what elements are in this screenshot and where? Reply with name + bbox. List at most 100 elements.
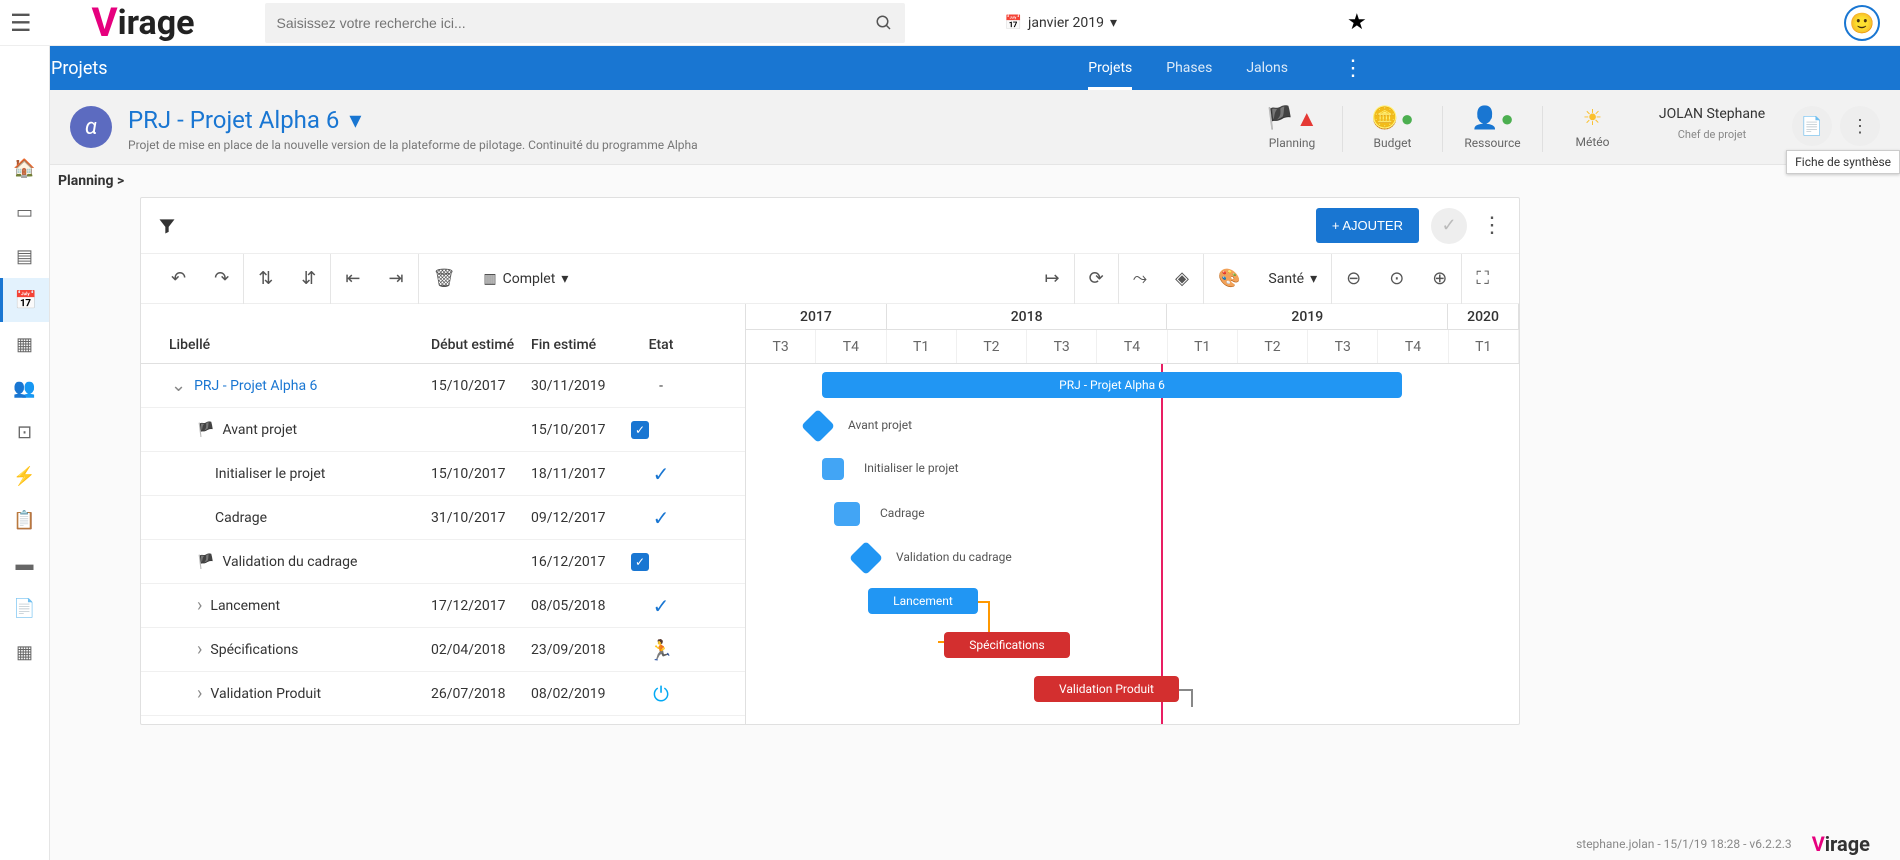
- project-more-icon[interactable]: ⋮: [1840, 106, 1880, 146]
- color-mode-selector[interactable]: Santé ▾: [1254, 271, 1331, 287]
- footer-info: stephane.jolan - 15/1/19 18:28 - v6.2.2.…: [1576, 832, 1870, 856]
- outdent-icon[interactable]: ⇤: [330, 254, 374, 304]
- chevron-down-icon: ▾: [1110, 15, 1117, 31]
- stat-resource-label: Ressource: [1449, 136, 1536, 150]
- breadcrumb-text: Planning >: [58, 173, 124, 189]
- check-icon: ✓: [653, 462, 670, 486]
- gantt-milestone[interactable]: [849, 541, 883, 575]
- gantt-bar-label: Avant projet: [848, 418, 912, 432]
- palette-icon[interactable]: 🎨: [1203, 254, 1254, 304]
- chevron-down-icon[interactable]: ⌄: [171, 375, 186, 396]
- table-row[interactable]: 🏴Avant projet 15/10/2017 ✓: [141, 408, 745, 452]
- project-title[interactable]: PRJ - Projet Alpha 6 ▾: [128, 106, 1242, 134]
- row-label: Validation du cadrage: [222, 554, 357, 570]
- zoom-in-icon[interactable]: ⊕: [1418, 254, 1461, 304]
- sidebar-doc-icon[interactable]: 📄: [0, 586, 49, 630]
- row-start: 15/10/2017: [431, 378, 531, 394]
- table-row[interactable]: ›Validation Produit 26/07/2018 08/02/201…: [141, 672, 745, 716]
- goto-today-icon[interactable]: ↦: [1031, 254, 1074, 304]
- tabs-more-icon[interactable]: ⋮: [1342, 56, 1364, 81]
- sidebar-grid-icon[interactable]: ▦: [0, 630, 49, 674]
- validate-button[interactable]: ✓: [1431, 208, 1467, 244]
- undo-icon[interactable]: ↶: [157, 254, 200, 304]
- gantt-bar[interactable]: Lancement: [868, 588, 978, 614]
- hamburger-icon[interactable]: ☰: [10, 9, 32, 37]
- gantt-bar[interactable]: [834, 502, 860, 526]
- fullscreen-icon[interactable]: ⛶: [1461, 254, 1503, 304]
- flag-icon: 🏴: [1266, 106, 1293, 132]
- tab-phases[interactable]: Phases: [1166, 46, 1212, 90]
- card-more-icon[interactable]: ⋮: [1481, 213, 1503, 238]
- project-avatar: α: [70, 106, 112, 148]
- sante-label: Santé: [1268, 271, 1304, 287]
- sun-icon: ☀: [1583, 106, 1603, 131]
- sidebar-action-icon[interactable]: 📋: [0, 498, 49, 542]
- indent-icon[interactable]: ⇥: [374, 254, 417, 304]
- stat-budget[interactable]: 🪙● Budget: [1342, 106, 1442, 152]
- gantt-chart[interactable]: 2017 2018 2019 2020 T3 T4 T1 T2 T3 T4 T1…: [746, 304, 1519, 724]
- expand-icon[interactable]: ⇵: [287, 254, 330, 304]
- filter-icon[interactable]: [157, 216, 177, 236]
- gantt-bar-label: Cadrage: [880, 506, 925, 520]
- footer-logo: Virage: [1812, 832, 1870, 856]
- table-row[interactable]: ⌄PRJ - Projet Alpha 6 15/10/2017 30/11/2…: [141, 364, 745, 408]
- row-end: 30/11/2019: [531, 378, 631, 394]
- delete-icon[interactable]: 🗑: [418, 254, 470, 304]
- date-selector[interactable]: 📅 janvier 2019 ▾: [1005, 15, 1117, 31]
- row-end: 16/12/2017: [531, 554, 631, 570]
- gantt-bar[interactable]: Spécifications: [944, 632, 1070, 658]
- gantt-table: Libellé Début estimé Fin estimé Etat ⌄PR…: [141, 304, 746, 724]
- sidebar-chat-icon[interactable]: ▬: [0, 542, 49, 586]
- critical-path-icon[interactable]: ◈: [1161, 254, 1203, 304]
- zoom-out-icon[interactable]: ⊖: [1331, 254, 1375, 304]
- user-avatar[interactable]: 🙂: [1844, 5, 1880, 41]
- today-line: [1161, 364, 1163, 724]
- row-start: 17/12/2017: [431, 598, 531, 614]
- view-selector[interactable]: ▥ Complet ▾: [469, 271, 582, 287]
- stat-resource[interactable]: 👤● Ressource: [1442, 106, 1542, 152]
- ok-dot-icon: ●: [1401, 106, 1414, 132]
- redo-icon[interactable]: ↷: [200, 254, 243, 304]
- stat-planning[interactable]: 🏴▲ Planning: [1242, 106, 1342, 152]
- table-row[interactable]: ›Spécifications 02/04/2018 23/09/2018 🏃: [141, 628, 745, 672]
- chevron-down-icon[interactable]: ▾: [349, 106, 361, 134]
- refresh-icon[interactable]: ⟳: [1074, 254, 1118, 304]
- search-icon[interactable]: [875, 14, 893, 32]
- add-button[interactable]: + AJOUTER: [1316, 208, 1419, 243]
- quarter-label: T4: [1097, 330, 1167, 363]
- chevron-right-icon[interactable]: ›: [197, 683, 202, 704]
- table-row[interactable]: Initialiser le projet 15/10/2017 18/11/2…: [141, 452, 745, 496]
- zoom-fit-icon[interactable]: ⊙: [1375, 254, 1418, 304]
- sidebar-money-icon[interactable]: ▦: [0, 322, 49, 366]
- table-row[interactable]: Cadrage 31/10/2017 09/12/2017 ✓: [141, 496, 745, 540]
- row-state: -: [631, 378, 691, 394]
- row-state: ⏻: [631, 682, 691, 706]
- favorite-star-icon[interactable]: ★: [1347, 10, 1367, 35]
- tab-projets[interactable]: Projets: [1088, 46, 1132, 90]
- sidebar-cash-icon[interactable]: ⊡: [0, 410, 49, 454]
- dependencies-icon[interactable]: ⤳: [1118, 254, 1161, 304]
- sidebar-card-icon[interactable]: ▤: [0, 234, 49, 278]
- gantt-bar[interactable]: Validation Produit: [1034, 676, 1179, 702]
- chevron-right-icon[interactable]: ›: [197, 595, 202, 616]
- sidebar-home-icon[interactable]: 🏠: [0, 146, 49, 190]
- summary-sheet-button[interactable]: 📄: [1792, 106, 1832, 146]
- chevron-right-icon[interactable]: ›: [197, 639, 202, 660]
- sidebar-flash-icon[interactable]: ⚡: [0, 454, 49, 498]
- tab-jalons[interactable]: Jalons: [1246, 46, 1288, 90]
- columns-icon: ▥: [483, 271, 496, 287]
- search-input[interactable]: [277, 15, 875, 31]
- stat-meteo[interactable]: ☀ Météo: [1542, 106, 1642, 152]
- gantt-bar[interactable]: [822, 458, 844, 480]
- gantt-bar-project[interactable]: PRJ - Projet Alpha 6: [822, 372, 1402, 398]
- collapse-icon[interactable]: ⇅: [243, 254, 287, 304]
- sidebar-calendar-icon[interactable]: 📅: [0, 278, 49, 322]
- search-box[interactable]: [265, 3, 905, 43]
- table-row[interactable]: 🏴Validation du cadrage 16/12/2017 ✓: [141, 540, 745, 584]
- sidebar-people-icon[interactable]: 👥: [0, 366, 49, 410]
- year-label: 2019: [1167, 304, 1448, 329]
- gantt-milestone[interactable]: [801, 409, 835, 443]
- row-start: 15/10/2017: [431, 466, 531, 482]
- sidebar-tag-icon[interactable]: ▭: [0, 190, 49, 234]
- table-row[interactable]: ›Lancement 17/12/2017 08/05/2018 ✓: [141, 584, 745, 628]
